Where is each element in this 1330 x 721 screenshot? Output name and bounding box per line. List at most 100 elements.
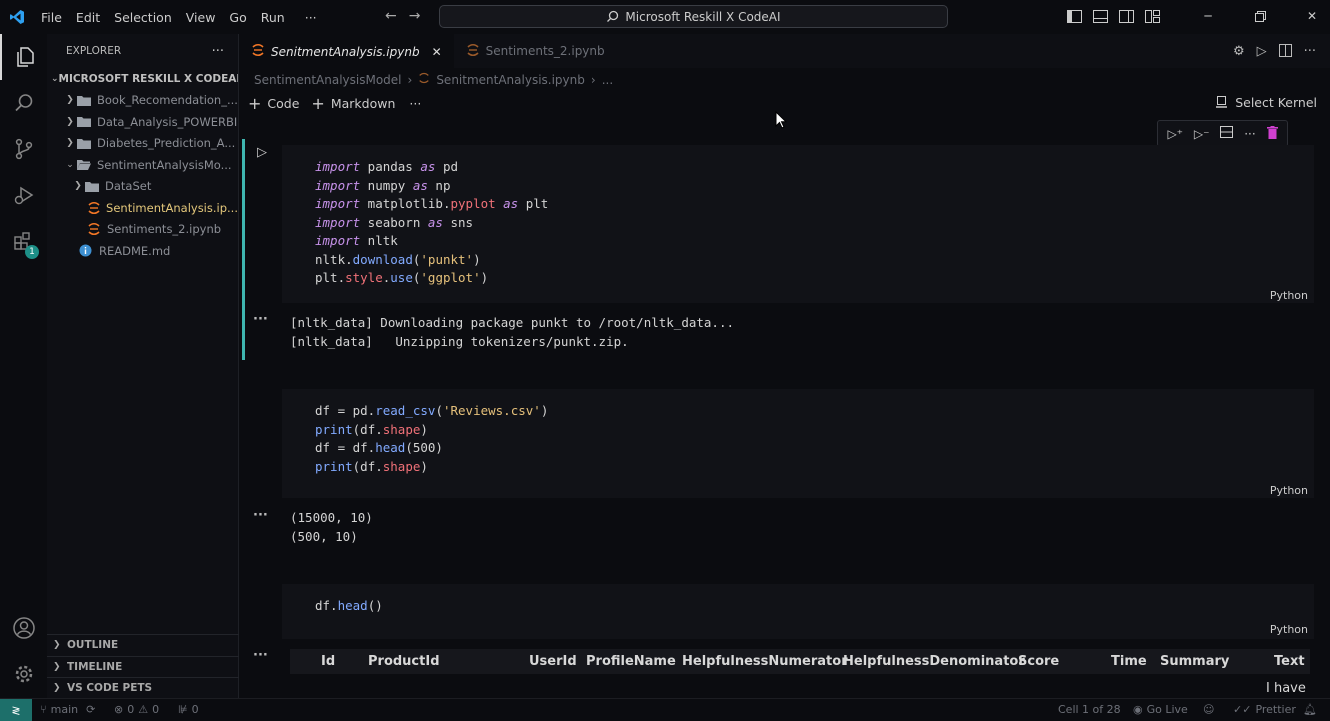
delete-cell-icon[interactable] <box>1266 125 1278 142</box>
menu-more[interactable]: ··· <box>298 10 324 25</box>
extensions-icon[interactable]: 1 <box>0 218 47 264</box>
title-bar: File Edit Selection View Go Run ··· ← → … <box>0 0 1330 34</box>
customize-layout-icon[interactable] <box>1144 8 1160 24</box>
editor-more-icon[interactable]: ··· <box>1304 44 1316 61</box>
plus-icon: + <box>248 94 262 113</box>
explorer-more-icon[interactable]: ··· <box>212 44 224 59</box>
output-more-icon[interactable]: ··· <box>253 508 268 523</box>
feedback-icon[interactable]: ☺ <box>1203 703 1214 716</box>
go-live-button[interactable]: ◉ Go Live <box>1133 703 1188 716</box>
prettier-indicator[interactable]: ✓✓ Prettier <box>1233 703 1296 716</box>
execute-below-icon[interactable]: ▷⁻ <box>1194 127 1210 141</box>
toggle-secondary-sidebar-icon[interactable] <box>1118 8 1134 24</box>
code-cell-2[interactable]: df = pd.read_csv('Reviews.csv') print(df… <box>282 389 1314 498</box>
error-icon: ⊗ <box>114 703 124 716</box>
notifications-bell-icon[interactable]: 🔔︎ <box>1303 703 1317 716</box>
cell-language-label[interactable]: Python <box>1270 484 1308 497</box>
toolbar-more-icon[interactable]: ··· <box>409 96 421 111</box>
output-more-icon[interactable]: ··· <box>253 312 268 327</box>
search-view-icon[interactable] <box>0 80 47 126</box>
info-icon <box>79 244 95 257</box>
restore-icon[interactable] <box>1252 8 1268 24</box>
tree-item-sentiment-analysis-notebook[interactable]: SentimentAnalysis.ip... <box>47 197 238 219</box>
account-icon[interactable] <box>0 605 47 651</box>
remote-indicator-icon[interactable]: ≷ <box>0 699 32 721</box>
vscode-logo-icon <box>0 0 34 34</box>
tab-sentiments-2[interactable]: Sentiments_2.ipynb <box>454 34 617 68</box>
tree-item-sentiment-analysis-model[interactable]: ⌄ SentimentAnalysisMo... <box>47 154 238 176</box>
notebook-settings-gear-icon[interactable]: ⚙ <box>1233 44 1245 61</box>
settings-gear-icon[interactable] <box>0 651 47 697</box>
vscode-pets-panel[interactable]: ❯ VS CODE PETS <box>47 677 239 699</box>
run-debug-icon[interactable] <box>0 172 47 218</box>
menu-edit[interactable]: Edit <box>69 10 107 25</box>
toggle-panel-icon[interactable] <box>1092 8 1108 24</box>
output-more-icon[interactable]: ··· <box>253 648 268 663</box>
run-all-icon[interactable]: ▷ <box>1257 44 1267 61</box>
ports-indicator[interactable]: ⊯ 0 <box>178 703 199 716</box>
code-cell-1[interactable]: import pandas as pd import numpy as np i… <box>282 145 1314 303</box>
chevron-right-icon: › <box>590 72 596 87</box>
menu-go[interactable]: Go <box>222 10 253 25</box>
tree-item-sentiments-2-notebook[interactable]: Sentiments_2.ipynb <box>47 219 238 241</box>
warning-icon: ⚠ <box>138 703 149 716</box>
ports-icon: ⊯ <box>178 703 188 716</box>
forward-arrow-icon[interactable]: → <box>409 8 421 24</box>
outline-panel[interactable]: ❯ OUTLINE <box>47 634 239 656</box>
breadcrumb-file[interactable]: SenitmentAnalysis.ipynb <box>436 73 585 87</box>
search-icon <box>607 10 619 22</box>
minimize-icon[interactable]: ─ <box>1200 8 1216 24</box>
table-header: Id <box>321 654 336 669</box>
cell-2-output: (15000, 10) (500, 10) <box>290 510 373 544</box>
breadcrumb-more[interactable]: ... <box>602 73 613 87</box>
search-text: Microsoft Reskill X CodeAI <box>625 9 781 24</box>
menu-run[interactable]: Run <box>254 10 292 25</box>
table-header: ProfileName <box>586 654 676 669</box>
close-tab-icon[interactable]: ✕ <box>432 45 442 59</box>
workspace-root[interactable]: ⌄ MICROSOFT RESKILL X CODEAI <box>47 68 238 90</box>
split-cell-icon[interactable] <box>1220 126 1234 141</box>
chevron-right-icon: ❯ <box>66 116 74 127</box>
menu-view[interactable]: View <box>179 10 223 25</box>
table-header: Summary <box>1160 654 1230 669</box>
jupyter-icon <box>251 43 265 60</box>
select-kernel-button[interactable]: Select Kernel <box>1215 95 1317 110</box>
timeline-panel[interactable]: ❯ TIMELINE <box>47 656 239 678</box>
code-cell-3[interactable]: df.head() Python <box>282 584 1314 639</box>
back-arrow-icon[interactable]: ← <box>385 8 397 24</box>
tree-item-readme[interactable]: README.md <box>47 240 238 262</box>
tab-label: SenitmentAnalysis.ipynb <box>271 44 420 59</box>
menu-bar: File Edit Selection View Go Run ··· <box>34 10 324 25</box>
tree-item-book-recomendation[interactable]: ❯ Book_Recomendation_... <box>47 90 238 112</box>
tab-sentiment-analysis[interactable]: SenitmentAnalysis.ipynb ✕ <box>239 34 454 68</box>
add-markdown-cell-button[interactable]: + Markdown <box>311 94 395 113</box>
explorer-icon[interactable] <box>0 34 47 80</box>
branch-indicator[interactable]: ⑂ main ⟳ <box>40 703 95 716</box>
chevron-right-icon: ❯ <box>53 683 61 694</box>
table-header: UserId <box>529 654 577 669</box>
problems-indicator[interactable]: ⊗ 0 ⚠ 0 <box>114 703 159 716</box>
run-cell-icon[interactable]: ▷ <box>257 145 267 160</box>
sync-icon: ⟳ <box>86 703 96 716</box>
folder-icon <box>85 181 101 192</box>
tree-item-dataset[interactable]: ❯ DataSet <box>47 176 238 198</box>
tree-item-data-analysis[interactable]: ❯ Data_Analysis_POWERBI <box>47 111 238 133</box>
menu-selection[interactable]: Selection <box>107 10 179 25</box>
cell-language-label[interactable]: Python <box>1270 289 1308 302</box>
cell-more-icon[interactable]: ··· <box>1244 127 1255 141</box>
source-control-icon[interactable] <box>0 126 47 172</box>
close-window-icon[interactable]: ✕ <box>1304 8 1320 24</box>
cell-language-label[interactable]: Python <box>1270 623 1308 636</box>
menu-file[interactable]: File <box>34 10 69 25</box>
split-editor-icon[interactable] <box>1278 44 1292 61</box>
cell-position[interactable]: Cell 1 of 28 <box>1058 703 1121 716</box>
broadcast-icon: ◉ <box>1133 703 1143 716</box>
tree-item-diabetes-prediction[interactable]: ❯ Diabetes_Prediction_A... <box>47 133 238 155</box>
add-code-cell-button[interactable]: + Code <box>248 94 299 113</box>
command-center-search[interactable]: Microsoft Reskill X CodeAI <box>439 5 948 28</box>
toggle-primary-sidebar-icon[interactable] <box>1066 8 1082 24</box>
mouse-cursor-icon <box>775 110 788 132</box>
breadcrumb-folder[interactable]: SentimentAnalysisModel <box>254 73 402 87</box>
check-double-icon: ✓✓ <box>1233 703 1252 716</box>
execute-above-icon[interactable]: ▷⁺ <box>1167 127 1183 141</box>
